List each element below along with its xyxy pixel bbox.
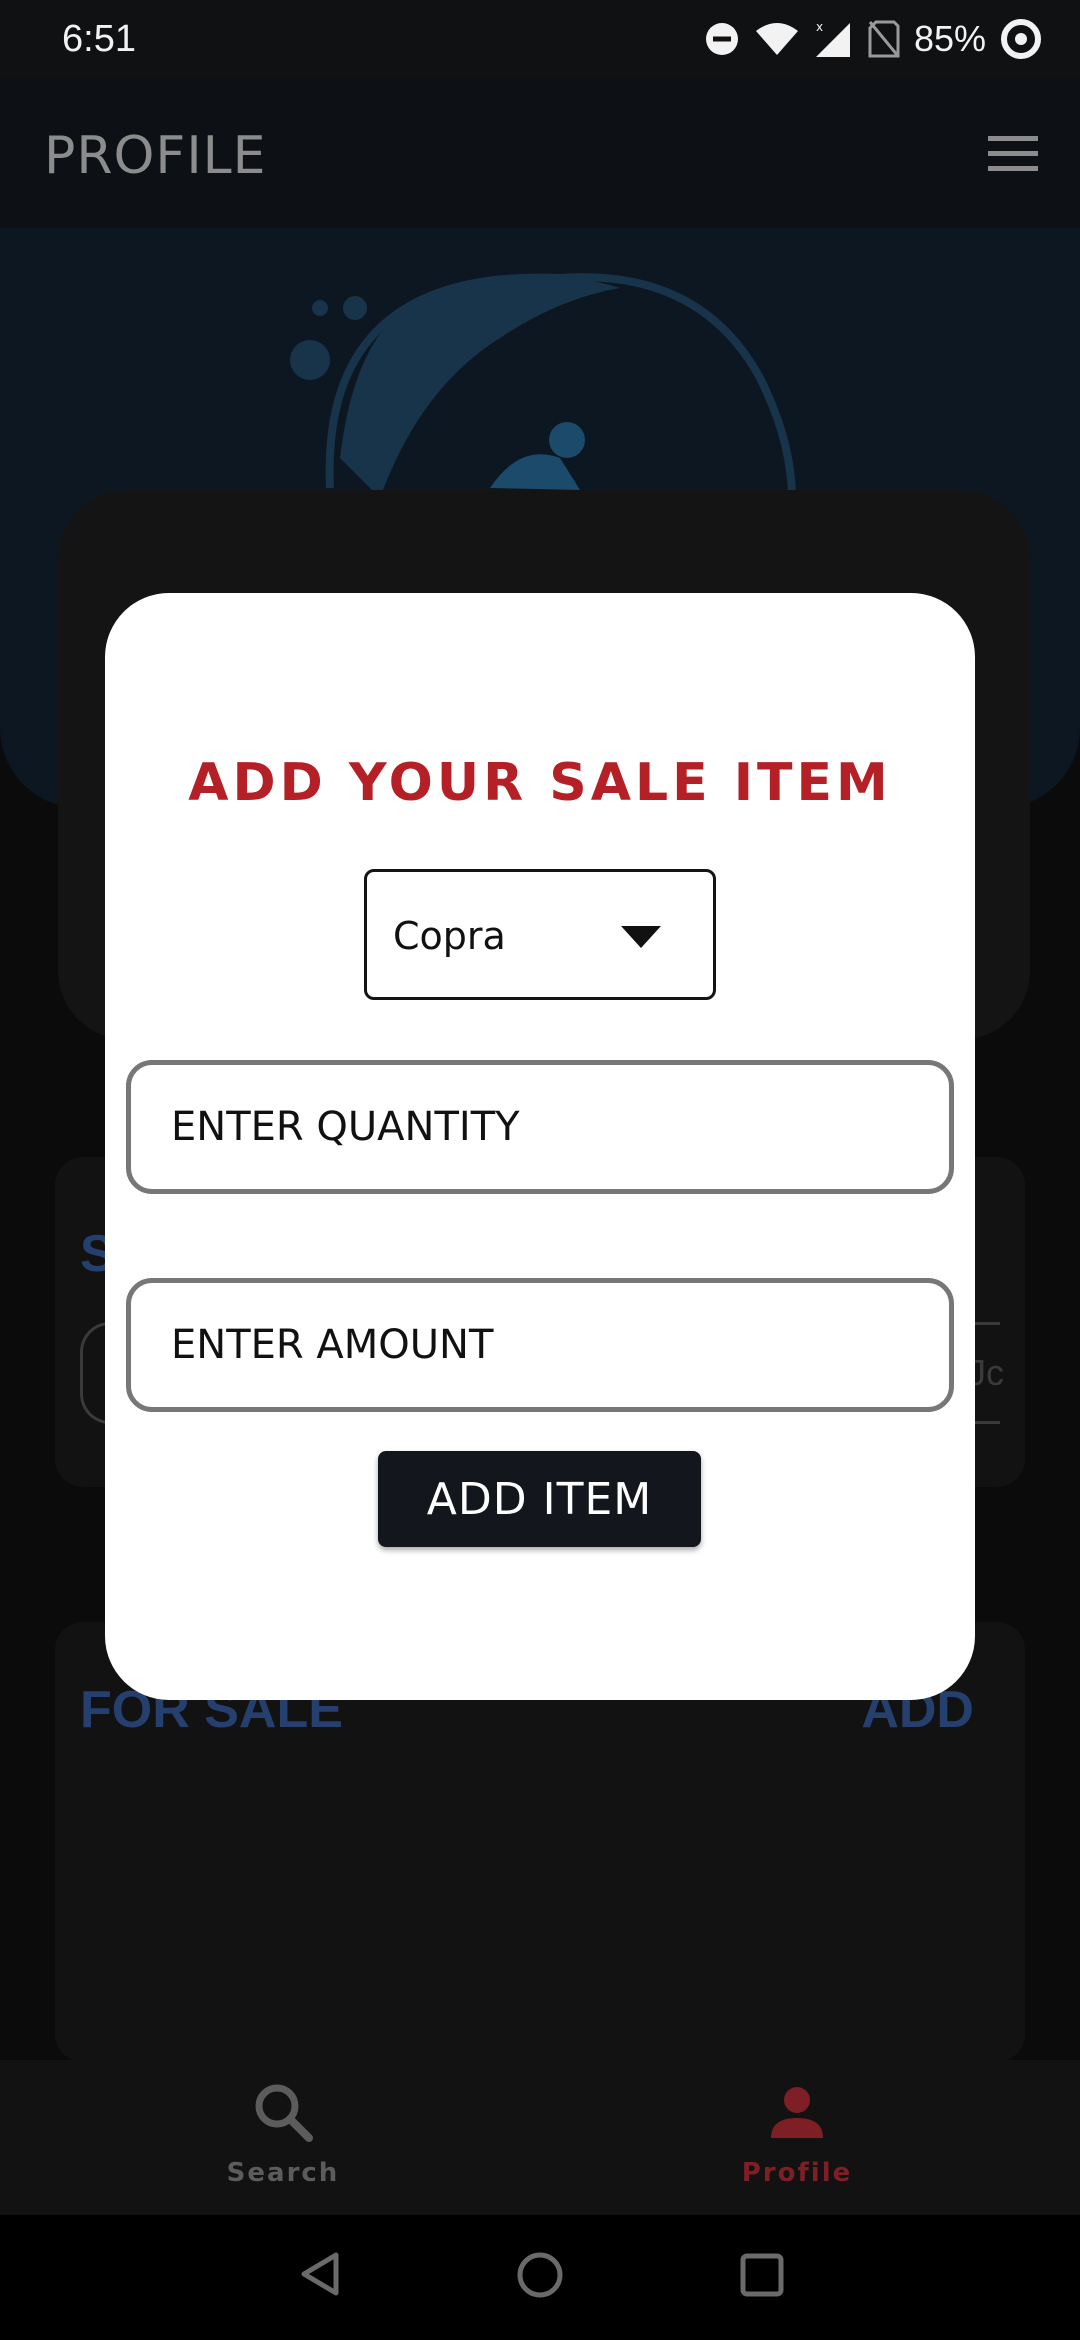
status-icons: x 85%: [704, 14, 1042, 64]
quantity-input[interactable]: [171, 1065, 911, 1189]
add-item-button[interactable]: ADD ITEM: [378, 1451, 701, 1547]
add-sale-item-dialog: ADD YOUR SALE ITEM Copra ADD ITEM: [105, 593, 975, 1700]
nav-label-search: Search: [226, 2158, 340, 2188]
amount-field[interactable]: [126, 1278, 954, 1412]
nav-label-profile: Profile: [741, 2158, 853, 2188]
item-type-dropdown[interactable]: Copra: [364, 869, 716, 1000]
status-time: 6:51: [62, 18, 136, 60]
quantity-field[interactable]: [126, 1060, 954, 1194]
signal-icon: x: [815, 20, 850, 57]
battery-icon: [1001, 19, 1041, 59]
recents-icon[interactable]: [738, 2251, 786, 2299]
no-sim-icon: [868, 20, 900, 58]
page-title: PROFILE: [44, 126, 267, 186]
back-icon[interactable]: [296, 2249, 346, 2299]
dropdown-arrow-icon: [621, 926, 661, 948]
search-icon: [255, 2084, 313, 2142]
app-bar: PROFILE: [0, 78, 1080, 228]
dnd-icon: [705, 23, 738, 55]
person-icon: [771, 2087, 823, 2138]
bottom-nav: Search Profile: [0, 2060, 1080, 2215]
wifi-icon: [755, 23, 798, 55]
battery-percent: 85%: [913, 18, 986, 59]
system-nav-bar: [0, 2215, 1080, 2340]
amount-input[interactable]: [171, 1283, 911, 1407]
svg-text:x: x: [816, 20, 823, 34]
home-icon[interactable]: [514, 2249, 566, 2301]
status-bar: 6:51 x 85%: [0, 0, 1080, 78]
dialog-title: ADD YOUR SALE ITEM: [188, 753, 892, 813]
hamburger-menu-icon[interactable]: [988, 136, 1038, 172]
nav-item-profile[interactable]: Profile: [647, 2078, 947, 2208]
nav-item-search[interactable]: Search: [133, 2078, 433, 2208]
dropdown-selected-value: Copra: [393, 914, 506, 958]
